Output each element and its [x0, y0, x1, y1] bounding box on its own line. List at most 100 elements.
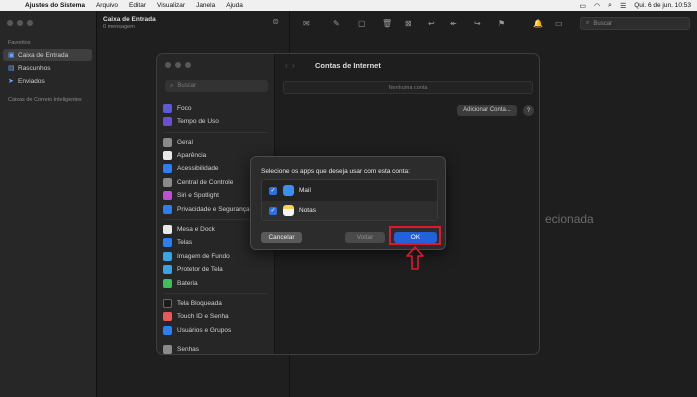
nav-back-forward[interactable]: ‹ › [285, 61, 295, 70]
search-icon: ⌕ [170, 82, 174, 89]
notification-icon[interactable]: 🔔 [533, 19, 543, 28]
hand-icon [163, 204, 172, 214]
back-button[interactable]: Voltar [345, 232, 385, 243]
zoom-button[interactable] [185, 62, 191, 68]
sidebar-item-mesa-e-dock[interactable]: Mesa e Dock [163, 223, 215, 235]
battery-icon[interactable]: ▭ [579, 2, 586, 10]
inbox-icon: ▣ [8, 52, 15, 59]
no-accounts-label: Nenhuma conta [283, 81, 533, 94]
fingerprint-icon [163, 311, 172, 321]
notes-app-icon [283, 205, 294, 216]
minimize-button[interactable] [17, 20, 23, 26]
wallpaper-icon [163, 251, 172, 261]
app-row-notas[interactable]: ✓ Notas [262, 201, 437, 220]
control-center-icon[interactable]: ☰ [620, 2, 626, 10]
menu-app-name[interactable]: Ajustes do Sistema [25, 2, 85, 9]
move-icon[interactable]: ▭ [555, 19, 563, 28]
menu-janela[interactable]: Janela [196, 2, 215, 9]
menu-editar[interactable]: Editar [129, 2, 146, 9]
up-arrow-icon [406, 246, 424, 270]
mail-window-controls [7, 20, 33, 26]
sidebar-item-touch-id[interactable]: Touch ID e Senha [163, 310, 229, 322]
sidebar-item-label: Touch ID e Senha [177, 312, 229, 320]
add-account-button[interactable]: Adicionar Conta... [457, 105, 517, 116]
sidebar-item-protetor-de-tela[interactable]: Protetor de Tela [163, 263, 223, 275]
forward-icon[interactable]: ↪ [474, 19, 481, 28]
sidebar-item-label: Caixa de Entrada [18, 51, 69, 59]
menu-clock[interactable]: Qui. 6 de jun. 10:53 [634, 2, 691, 9]
close-button[interactable] [165, 62, 171, 68]
sidebar-item-aparencia[interactable]: Aparência [163, 149, 206, 161]
sidebar-item-telas[interactable]: Telas [163, 236, 192, 248]
screensaver-icon [163, 264, 172, 274]
settings-window-controls [165, 62, 191, 68]
search-icon[interactable]: ⌕ [608, 2, 612, 10]
sidebar-item-label: Tela Bloqueada [177, 299, 222, 307]
settings-search-field[interactable]: ⌕ Buscar [165, 80, 268, 92]
junk-icon[interactable]: ⊠ [405, 19, 412, 28]
ok-highlight-box [389, 226, 441, 245]
app-name: Notas [299, 207, 316, 214]
sidebar-divider [163, 132, 267, 133]
app-row-mail[interactable]: ✓ Mail [262, 181, 437, 200]
mail-checkbox[interactable]: ✓ [269, 186, 277, 195]
reply-icon[interactable]: ↩ [428, 19, 435, 28]
sidebar-item-label: Geral [177, 138, 193, 146]
sidebar-item-acessibilidade[interactable]: Acessibilidade [163, 162, 219, 174]
sidebar-item-geral[interactable]: Geral [163, 136, 193, 148]
sidebar-item-senhas[interactable]: Senhas [163, 343, 199, 354]
sidebar-item-imagem-de-fundo[interactable]: Imagem de Fundo [163, 250, 230, 262]
sidebar-item-label: Foco [177, 104, 192, 112]
menu-ajuda[interactable]: Ajuda [226, 2, 243, 9]
sidebar-item-foco[interactable]: Foco [163, 102, 191, 114]
sidebar-item-central-de-controle[interactable]: Central de Controle [163, 176, 233, 188]
wifi-icon[interactable]: ◠ [594, 2, 600, 10]
sidebar-item-inbox[interactable]: ▣ Caixa de Entrada [3, 49, 92, 61]
trash-icon[interactable]: 🗑 [382, 19, 392, 28]
menu-visualizar[interactable]: Visualizar [157, 2, 185, 9]
sidebar-item-siri[interactable]: Siri e Spotlight [163, 189, 219, 201]
users-icon [163, 325, 172, 335]
minimize-button[interactable] [175, 62, 181, 68]
sidebar-item-label: Imagem de Fundo [177, 252, 230, 260]
sidebar-item-sent[interactable]: ➤ Enviados [3, 75, 92, 87]
smart-mailboxes-heading: Caixas de Correio Inteligentes [8, 97, 82, 103]
sidebar-item-label: Bateria [177, 279, 198, 287]
list-title: Caixa de Entrada [103, 16, 156, 23]
compose-icon[interactable]: ✉ [303, 19, 310, 28]
settings-title: Contas de Internet [315, 61, 381, 70]
battery-icon [163, 278, 172, 288]
sidebar-item-privacidade[interactable]: Privacidade e Segurança [163, 203, 250, 215]
archive-icon[interactable]: ▢ [358, 19, 366, 28]
display-icon [163, 237, 172, 247]
sidebar-item-tempo-de-uso[interactable]: Tempo de Uso [163, 115, 219, 127]
control-center-icon [163, 177, 172, 187]
sidebar-item-drafts[interactable]: ▤ Rascunhos [3, 62, 92, 74]
document-icon: ▤ [8, 65, 15, 72]
key-icon [163, 344, 172, 354]
reply-all-icon[interactable]: ↞ [450, 19, 457, 28]
dialog-message: Selecione os apps que deseja usar com es… [261, 168, 410, 175]
sidebar-item-usuarios[interactable]: Usuários e Grupos [163, 324, 231, 336]
sidebar-item-tela-bloqueada[interactable]: Tela Bloqueada [163, 297, 222, 309]
menu-bar: Ajustes do Sistema Arquivo Editar Visual… [0, 0, 697, 11]
lock-icon [163, 298, 172, 308]
sidebar-item-bateria[interactable]: Bateria [163, 277, 198, 289]
sidebar-item-label: Siri e Spotlight [177, 191, 219, 199]
notas-checkbox[interactable]: ✓ [269, 206, 277, 215]
cancel-button[interactable]: Cancelar [261, 232, 302, 243]
new-message-icon[interactable]: ✎ [333, 19, 340, 28]
search-icon: ⌕ [586, 20, 590, 26]
zoom-button[interactable] [27, 20, 33, 26]
accessibility-icon [163, 163, 172, 173]
focus-icon [163, 103, 172, 113]
filter-icon[interactable]: ⊜ [272, 17, 279, 26]
search-placeholder: Buscar [177, 83, 197, 89]
paperplane-icon: ➤ [8, 78, 14, 85]
mail-search-field[interactable]: ⌕ Buscar [580, 17, 690, 30]
app-list: ✓ Mail ✓ Notas [261, 179, 438, 221]
menu-arquivo[interactable]: Arquivo [96, 2, 118, 9]
help-button[interactable]: ? [523, 105, 534, 116]
close-button[interactable] [7, 20, 13, 26]
flag-icon[interactable]: ⚑ [498, 19, 505, 28]
